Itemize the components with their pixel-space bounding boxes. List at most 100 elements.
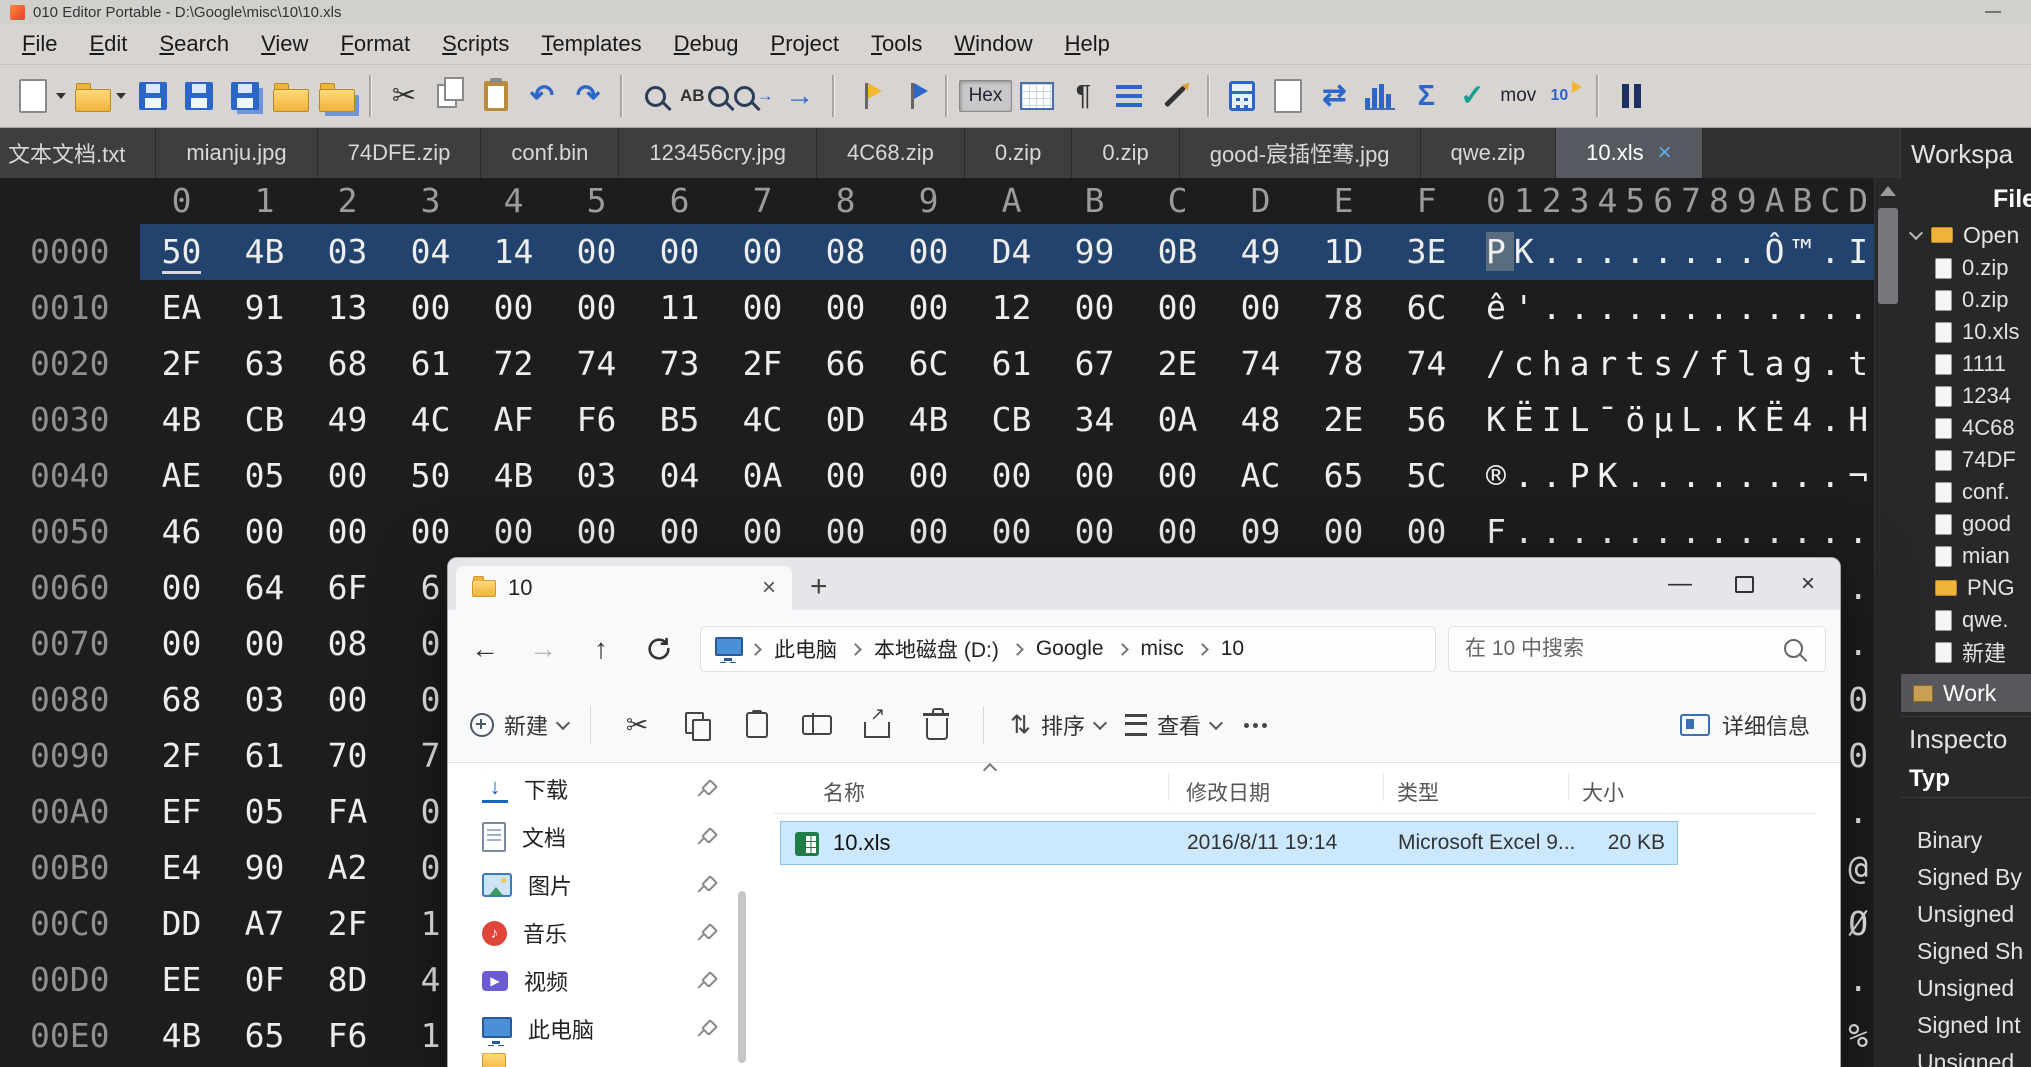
calculator-button[interactable] <box>1221 73 1263 119</box>
workspace-item-12[interactable]: 新建 <box>1901 636 2031 668</box>
hex-byte[interactable]: 08 <box>804 224 887 280</box>
find-button[interactable] <box>634 73 676 119</box>
hex-byte[interactable]: 74 <box>1385 336 1468 392</box>
sidebar-item-0[interactable]: 下载 <box>448 765 736 813</box>
hex-byte[interactable]: 00 <box>804 280 887 336</box>
hex-byte[interactable]: 63 <box>223 336 306 392</box>
hex-byte[interactable]: 2F <box>721 336 804 392</box>
menu-item-format[interactable]: Format <box>324 31 426 57</box>
hex-byte[interactable]: 49 <box>306 392 389 448</box>
edit-mode-button[interactable] <box>1154 73 1196 119</box>
hex-byte[interactable]: 90 <box>223 840 306 896</box>
hex-byte[interactable]: 05 <box>223 784 306 840</box>
workspace-item-9[interactable]: mian <box>1901 540 2031 572</box>
hex-byte[interactable]: 67 <box>1053 336 1136 392</box>
hex-byte[interactable]: 61 <box>389 336 472 392</box>
hex-byte[interactable]: 03 <box>555 448 638 504</box>
hex-byte[interactable]: 08 <box>306 616 389 672</box>
new-button[interactable]: 新建 <box>464 709 574 741</box>
up-button[interactable]: ↑ <box>574 633 628 665</box>
inspector-row-6[interactable]: Unsigned <box>1901 1044 2031 1067</box>
hex-byte[interactable]: 00 <box>306 672 389 728</box>
hex-byte[interactable]: A2 <box>306 840 389 896</box>
tab-close-icon[interactable]: × <box>1658 141 1672 165</box>
hex-byte[interactable]: 0A <box>1136 392 1219 448</box>
menu-item-scripts[interactable]: Scripts <box>426 31 525 57</box>
hex-byte[interactable]: 00 <box>555 224 638 280</box>
minimize-button[interactable]: — <box>1985 3 2001 21</box>
hex-byte[interactable]: 00 <box>306 504 389 560</box>
cut-button[interactable]: ✂ <box>383 73 425 119</box>
menu-item-search[interactable]: Search <box>143 31 245 57</box>
hex-byte[interactable]: 50 <box>389 448 472 504</box>
column-header-0[interactable]: 名称 <box>823 777 865 807</box>
hex-byte[interactable]: 00 <box>389 504 472 560</box>
mov-button[interactable]: mov <box>1497 73 1539 119</box>
inspector-row-1[interactable]: Signed By <box>1901 859 2031 896</box>
menu-item-project[interactable]: Project <box>755 31 855 57</box>
pause-button[interactable] <box>1610 73 1652 119</box>
hex-byte[interactable]: 8D <box>306 952 389 1008</box>
hex-byte[interactable]: 00 <box>638 224 721 280</box>
hex-byte[interactable]: 68 <box>306 336 389 392</box>
hex-row-data[interactable]: EA91130000001100000012000000786Cê'......… <box>140 280 1874 336</box>
workspace-selected-item[interactable]: Work <box>1901 674 2031 712</box>
document-tab-5[interactable]: 4C68.zip <box>817 128 965 178</box>
breadcrumb-item-2[interactable]: Google <box>1030 637 1110 661</box>
folder-button[interactable] <box>270 73 312 119</box>
hex-byte[interactable]: 0A <box>721 448 804 504</box>
hex-byte[interactable]: 09 <box>1219 504 1302 560</box>
hex-byte[interactable]: 73 <box>638 336 721 392</box>
hex-byte[interactable]: 78 <box>1302 280 1385 336</box>
hex-byte[interactable]: FA <box>306 784 389 840</box>
hex-byte[interactable]: 56 <box>1385 392 1468 448</box>
hex-byte[interactable]: 2F <box>140 728 223 784</box>
hex-byte[interactable]: A7 <box>223 896 306 952</box>
explorer-tab[interactable]: 10 × <box>456 566 792 610</box>
hex-byte[interactable]: 00 <box>1136 504 1219 560</box>
document-tab-3[interactable]: conf.bin <box>481 128 619 178</box>
hex-byte[interactable]: 78 <box>1302 336 1385 392</box>
hex-byte[interactable]: 03 <box>306 224 389 280</box>
hex-byte[interactable]: 00 <box>389 280 472 336</box>
hex-byte[interactable]: 00 <box>1053 504 1136 560</box>
hex-byte[interactable]: 04 <box>638 448 721 504</box>
menu-item-templates[interactable]: Templates <box>525 31 657 57</box>
copy-button[interactable] <box>673 716 721 734</box>
hex-byte[interactable]: 4C <box>721 392 804 448</box>
search-input[interactable] <box>1463 636 1781 662</box>
hex-byte[interactable]: 61 <box>970 336 1053 392</box>
hex-byte[interactable]: 00 <box>1136 280 1219 336</box>
hex-byte[interactable]: 2F <box>140 336 223 392</box>
hex-byte[interactable]: 00 <box>472 504 555 560</box>
workspace-item-8[interactable]: good <box>1901 508 2031 540</box>
goto-button[interactable]: → <box>779 73 821 119</box>
sidebar-item-partial[interactable] <box>448 1053 736 1067</box>
convert-button[interactable] <box>1267 73 1309 119</box>
hex-row-data[interactable]: 4BCB494CAFF6B54C0D4BCB340A482E56KËIL¯öµL… <box>140 392 1874 448</box>
workspace-item-4[interactable]: 1234 <box>1901 380 2031 412</box>
hex-byte[interactable]: 46 <box>140 504 223 560</box>
workspace-item-2[interactable]: 10.xls <box>1901 316 2031 348</box>
hex-row-data[interactable]: 504B0304140000000800D4990B491D3EPK......… <box>140 224 1874 280</box>
hex-byte[interactable]: 00 <box>887 280 970 336</box>
bookmark-alt-button[interactable] <box>892 73 934 119</box>
hex-byte[interactable]: 2E <box>1302 392 1385 448</box>
hex-byte[interactable]: 00 <box>970 504 1053 560</box>
hex-byte[interactable]: 3E <box>1385 224 1468 280</box>
folder-compare-button[interactable] <box>316 73 358 119</box>
hex-byte[interactable]: 34 <box>1053 392 1136 448</box>
show-whitespace-button[interactable]: ¶ <box>1062 73 1104 119</box>
hex-byte[interactable]: 05 <box>223 448 306 504</box>
hex-byte[interactable]: 66 <box>804 336 887 392</box>
sidebar-item-2[interactable]: 图片 <box>448 861 736 909</box>
redo-button[interactable]: ↷ <box>567 73 609 119</box>
hex-byte[interactable]: 4B <box>472 448 555 504</box>
hex-byte[interactable]: 00 <box>887 504 970 560</box>
sidebar-item-5[interactable]: 此电脑 <box>448 1005 736 1053</box>
hex-byte[interactable]: 6F <box>306 560 389 616</box>
hex-byte[interactable]: 4B <box>887 392 970 448</box>
sidebar-item-3[interactable]: 音乐 <box>448 909 736 957</box>
hex-byte[interactable]: CB <box>223 392 306 448</box>
hex-byte[interactable]: 00 <box>638 504 721 560</box>
